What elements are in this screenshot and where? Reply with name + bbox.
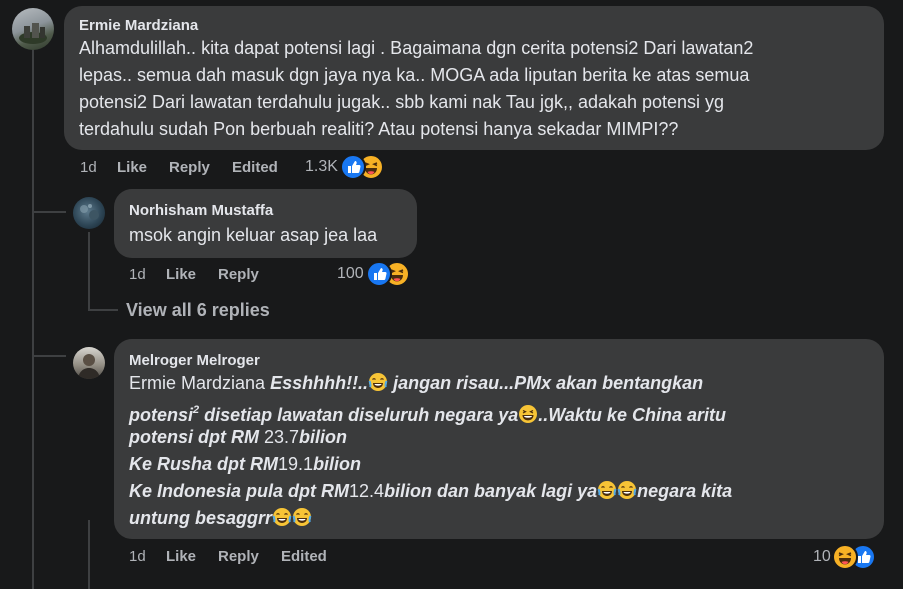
reaction-summary[interactable]: 1.3K	[305, 154, 384, 180]
comment-text-line: Ermie Mardziana Esshhhh!!.. jangan risau…	[129, 373, 704, 393]
tears-of-joy-emoji	[368, 373, 388, 391]
reply-button[interactable]: Reply	[169, 159, 210, 176]
reaction-count: 1.3K	[305, 158, 338, 175]
reaction-count: 10	[813, 548, 831, 565]
reply-button[interactable]: Reply	[218, 548, 259, 565]
edited-label[interactable]: Edited	[281, 548, 327, 565]
avatar[interactable]	[73, 347, 105, 379]
reaction-count: 100	[337, 265, 364, 282]
comment-actions: 1d Like Reply Edited	[129, 548, 359, 568]
comment-text-line: potensi dpt RM 23.7bilion	[129, 427, 348, 447]
comment-text-line: Ke Indonesia pula dpt RM12.4bilion dan b…	[129, 481, 733, 501]
thread-line-tail	[88, 520, 90, 589]
thread-connector-sub	[88, 309, 118, 311]
comment-timestamp[interactable]: 1d	[80, 159, 97, 176]
comment-author[interactable]: Norhisham Mustaffa	[129, 202, 273, 219]
comment-text-line: Ke Rusha dpt RM19.1bilion	[129, 454, 362, 474]
tears-of-joy-emoji	[292, 508, 312, 526]
thread-connector	[32, 355, 66, 357]
tears-of-joy-emoji	[272, 508, 292, 526]
comment-timestamp[interactable]: 1d	[129, 548, 146, 565]
reaction-summary[interactable]: 10	[813, 544, 876, 570]
reaction-summary[interactable]: 100	[337, 261, 410, 287]
like-button[interactable]: Like	[166, 548, 196, 565]
like-button[interactable]: Like	[117, 159, 147, 176]
comment-author[interactable]: Ermie Mardziana	[79, 17, 198, 34]
comment-text-line: Alhamdulillah.. kita dapat potensi lagi …	[79, 38, 754, 58]
comment-text-line: lepas.. semua dah masuk dgn jaya nya ka.…	[79, 65, 750, 85]
comment-text-line: terdahulu sudah Pon berbuah realiti? Ata…	[79, 119, 679, 139]
comment-text-line: untung besaggrr	[129, 505, 312, 532]
comment-actions: 1d Like Reply Edited	[80, 159, 310, 179]
thread-line-sub	[88, 232, 90, 310]
comment-actions: 1d Like Reply	[129, 266, 289, 286]
view-replies-link[interactable]: View all 6 replies	[126, 300, 270, 321]
tears-of-joy-emoji	[597, 481, 617, 499]
comment-author[interactable]: Melroger Melroger	[129, 352, 260, 369]
comment-timestamp[interactable]: 1d	[129, 266, 146, 283]
like-button[interactable]: Like	[166, 266, 196, 283]
like-reaction-icon	[339, 154, 366, 180]
grinning-squint-emoji	[519, 405, 538, 423]
thread-connector	[32, 211, 66, 213]
like-reaction-icon	[365, 261, 392, 287]
comment-text-line: potensi2 Dari lawatan terdahulu jugak.. …	[79, 92, 725, 112]
tears-of-joy-emoji	[617, 481, 637, 499]
haha-reaction-icon	[831, 544, 858, 570]
avatar[interactable]	[73, 197, 105, 229]
mention-link[interactable]: Ermie Mardziana	[129, 373, 265, 393]
comment-text: msok angin keluar asap jea laa	[129, 225, 378, 245]
edited-label[interactable]: Edited	[232, 159, 278, 176]
reply-button[interactable]: Reply	[218, 266, 259, 283]
thread-line	[32, 50, 34, 589]
avatar[interactable]	[12, 8, 54, 50]
